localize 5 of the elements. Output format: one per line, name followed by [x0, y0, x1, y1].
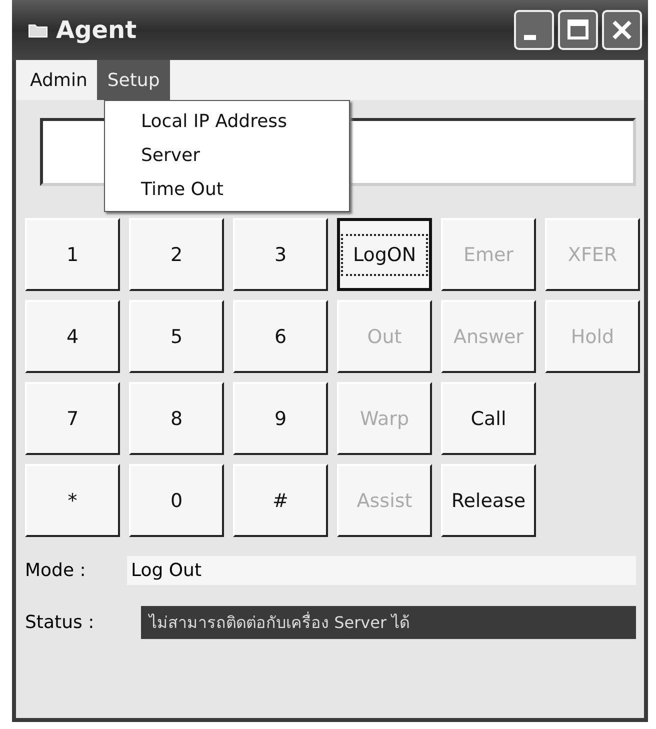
mode-value: Log Out	[127, 556, 636, 584]
window-title: Agent	[56, 16, 138, 44]
mode-label: Mode :	[25, 560, 87, 580]
status-label: Status :	[25, 612, 96, 632]
status-value: ไม่สามารถติดต่อกับเครื่อง Server ได้	[141, 606, 636, 638]
